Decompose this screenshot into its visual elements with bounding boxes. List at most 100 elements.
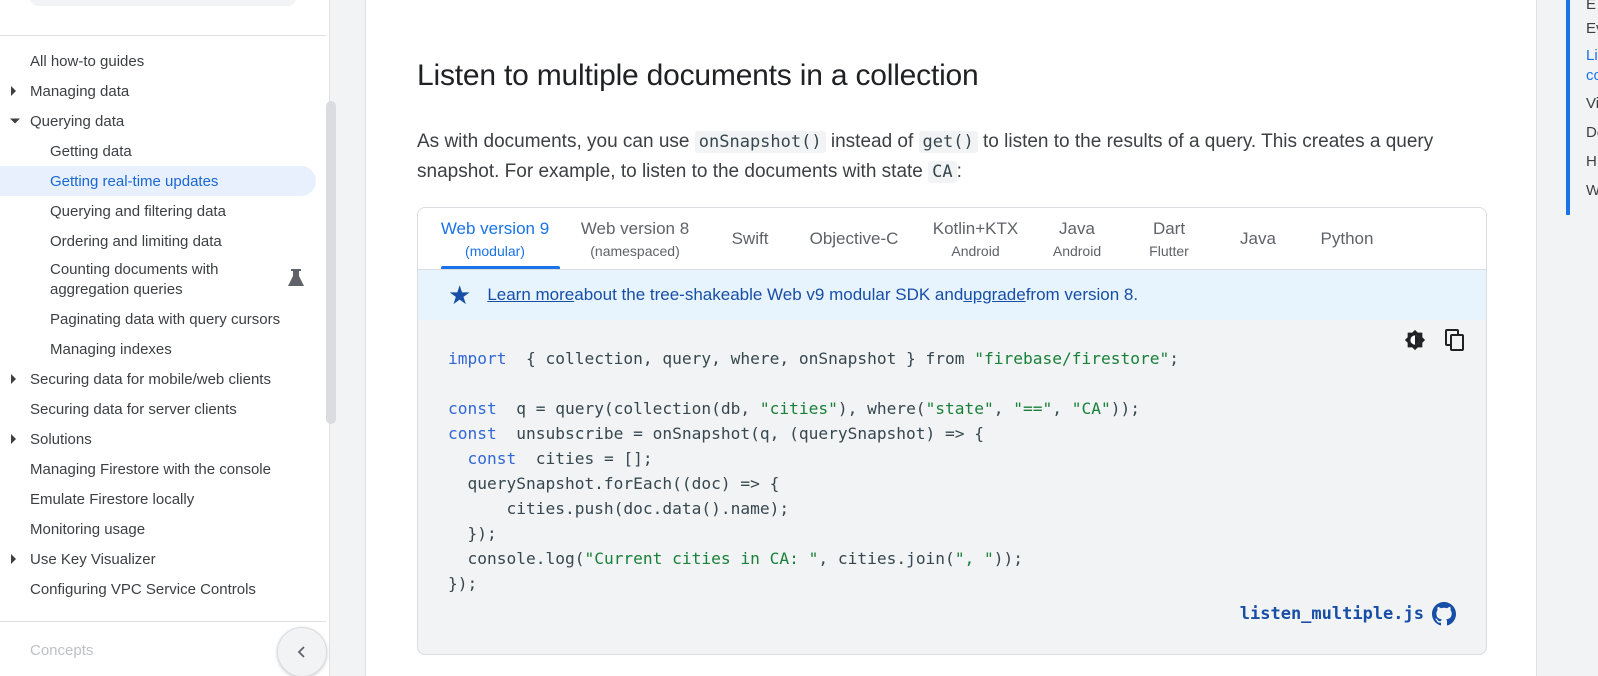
sidebar-item-label: Managing Firestore with the console bbox=[30, 460, 271, 478]
para-text: instead of bbox=[825, 131, 919, 152]
toc-item[interactable]: Li co bbox=[1570, 43, 1598, 89]
sidebar-item[interactable]: Paginating data with query cursors bbox=[0, 304, 326, 334]
banner-text: from version 8. bbox=[1025, 285, 1139, 304]
search-input[interactable] bbox=[30, 0, 296, 6]
toc-item[interactable]: W bbox=[1570, 176, 1598, 205]
sidebar-item[interactable]: Managing indexes bbox=[0, 334, 326, 364]
toc-item[interactable]: Ev bbox=[1570, 14, 1598, 43]
language-tab[interactable]: Web version 8 (namespaced) bbox=[560, 208, 710, 269]
nav-section-concepts[interactable]: Concepts bbox=[30, 642, 93, 659]
caret-right-icon[interactable] bbox=[11, 86, 16, 96]
beta-beaker-icon bbox=[288, 269, 304, 286]
tab-sublabel: Android bbox=[951, 242, 1000, 259]
divider bbox=[0, 621, 326, 622]
star-icon: ★ bbox=[448, 280, 472, 310]
sidebar-item[interactable]: Securing data for server clients bbox=[0, 394, 326, 424]
sidebar-item[interactable]: Securing data for mobile/web clients bbox=[0, 364, 326, 394]
section-paragraph: As with documents, you can use onSnapsho… bbox=[417, 127, 1507, 187]
sidebar-scrollbar[interactable] bbox=[326, 101, 336, 424]
language-tab[interactable]: Objective-C bbox=[790, 208, 918, 269]
code-text: , cities.join( bbox=[818, 549, 955, 568]
code-line: }); bbox=[448, 571, 1179, 596]
copy-icon[interactable] bbox=[1444, 329, 1466, 351]
code-string: "CA" bbox=[1071, 399, 1111, 418]
sidebar-item[interactable]: Getting data bbox=[0, 136, 326, 166]
tab-label: Dart bbox=[1152, 218, 1186, 238]
toc-item-label: co bbox=[1586, 67, 1598, 84]
code-text: querySnapshot.forEach((doc) => { bbox=[448, 474, 780, 493]
sidebar-item[interactable]: Counting documents with aggregation quer… bbox=[0, 256, 326, 304]
para-text: : bbox=[956, 161, 962, 182]
code-line: cities.push(doc.data().name); bbox=[448, 496, 1179, 521]
learn-more-link[interactable]: Learn more bbox=[487, 285, 574, 305]
sidebar-item-label: Paginating data with query cursors bbox=[50, 310, 281, 328]
toc-item[interactable]: De bbox=[1570, 118, 1598, 147]
caret-down-icon[interactable] bbox=[10, 118, 20, 124]
language-tabs: Web version 9 (modular) Web version 8 (name… bbox=[418, 208, 1486, 269]
sidebar-item[interactable]: Monitoring usage bbox=[0, 514, 326, 544]
code-string: "cities" bbox=[759, 399, 838, 418]
language-tab[interactable]: Java Android bbox=[1033, 208, 1121, 269]
language-tab[interactable]: Java bbox=[1217, 208, 1299, 269]
language-tab[interactable]: Python bbox=[1299, 208, 1395, 269]
para-text: As with documents, you can use bbox=[417, 131, 695, 152]
caret-right-icon[interactable] bbox=[11, 374, 16, 384]
sidebar-item-label: Getting data bbox=[50, 142, 132, 160]
tab-sublabel: (modular) bbox=[465, 242, 525, 259]
sidebar-item-label: Counting documents with aggregation quer… bbox=[50, 261, 219, 298]
code-text: { collection, query, where, onSnapshot }… bbox=[506, 349, 975, 368]
source-file-link[interactable]: listen_multiple.js bbox=[1240, 604, 1424, 624]
tab-label: Web version 8 bbox=[580, 218, 690, 238]
sidebar-item[interactable]: Emulate Firestore locally bbox=[0, 484, 326, 514]
divider bbox=[0, 35, 326, 36]
code-text: )); bbox=[993, 549, 1024, 568]
sidebar-item[interactable]: All how-to guides bbox=[0, 46, 326, 76]
code-string: "Current cities in CA: " bbox=[584, 549, 819, 568]
code-text: q = query(collection(db, bbox=[496, 399, 760, 418]
sidebar-item[interactable]: Configuring VPC Service Controls bbox=[0, 574, 326, 604]
theme-toggle-icon[interactable] bbox=[1404, 329, 1426, 351]
sidebar-item-label: Querying and filtering data bbox=[50, 202, 226, 220]
toc-item[interactable]: Vi bbox=[1570, 89, 1598, 118]
code-text: }); bbox=[448, 574, 478, 593]
upgrade-link[interactable]: upgrade bbox=[963, 285, 1025, 305]
caret-right-icon[interactable] bbox=[11, 554, 16, 564]
code-line: const q = query(collection(db, "cities")… bbox=[448, 396, 1179, 421]
sidebar-item-label: Solutions bbox=[30, 430, 92, 448]
code-text: cities.push(doc.data().name); bbox=[448, 499, 790, 518]
tab-label: Objective-C bbox=[809, 228, 899, 248]
code-line: }); bbox=[448, 521, 1179, 546]
language-tab[interactable]: Swift bbox=[710, 208, 790, 269]
sidebar-item[interactable]: Querying data bbox=[0, 106, 326, 136]
code-text: , bbox=[993, 399, 1014, 418]
code-line: const cities = []; bbox=[448, 446, 1179, 471]
sidebar-item[interactable]: Ordering and limiting data bbox=[0, 226, 326, 256]
sidebar-item[interactable]: Managing data bbox=[0, 76, 326, 106]
sidebar-item[interactable]: Solutions bbox=[0, 424, 326, 454]
toc-item[interactable]: H bbox=[1570, 147, 1598, 176]
sidebar-item-label: Querying data bbox=[30, 112, 125, 130]
toc-item[interactable]: E bbox=[1570, 0, 1598, 14]
language-tab[interactable]: Web version 9 (modular) bbox=[430, 208, 560, 269]
language-tab[interactable]: Dart Flutter bbox=[1121, 208, 1217, 269]
nav-list: All how-to guides Managing data Querying d… bbox=[0, 46, 326, 604]
sidebar-item-label: Use Key Visualizer bbox=[30, 550, 156, 568]
collapse-sidebar-button[interactable] bbox=[277, 627, 327, 676]
tab-label: Java bbox=[1059, 218, 1095, 238]
code-sample: Web version 9 (modular) Web version 8 (name… bbox=[417, 207, 1487, 655]
caret-right-icon[interactable] bbox=[11, 434, 16, 444]
code-line: import { collection, query, where, onSna… bbox=[448, 346, 1179, 371]
sidebar-item-label: Managing data bbox=[30, 82, 130, 100]
code-text: console.log( bbox=[448, 549, 585, 568]
language-tab[interactable]: Kotlin+KTX Android bbox=[918, 208, 1033, 269]
tab-label: Kotlin+KTX bbox=[932, 218, 1019, 238]
code-text: }); bbox=[448, 524, 497, 543]
sidebar-item[interactable]: Use Key Visualizer bbox=[0, 544, 326, 574]
sidebar-item[interactable]: Getting real-time updates bbox=[0, 166, 316, 196]
github-icon[interactable] bbox=[1432, 602, 1456, 626]
sidebar-item[interactable]: Querying and filtering data bbox=[0, 196, 326, 226]
sidebar-item-label: Securing data for server clients bbox=[30, 400, 237, 418]
code-tools bbox=[1404, 329, 1466, 351]
sidebar-item[interactable]: Managing Firestore with the console bbox=[0, 454, 326, 484]
